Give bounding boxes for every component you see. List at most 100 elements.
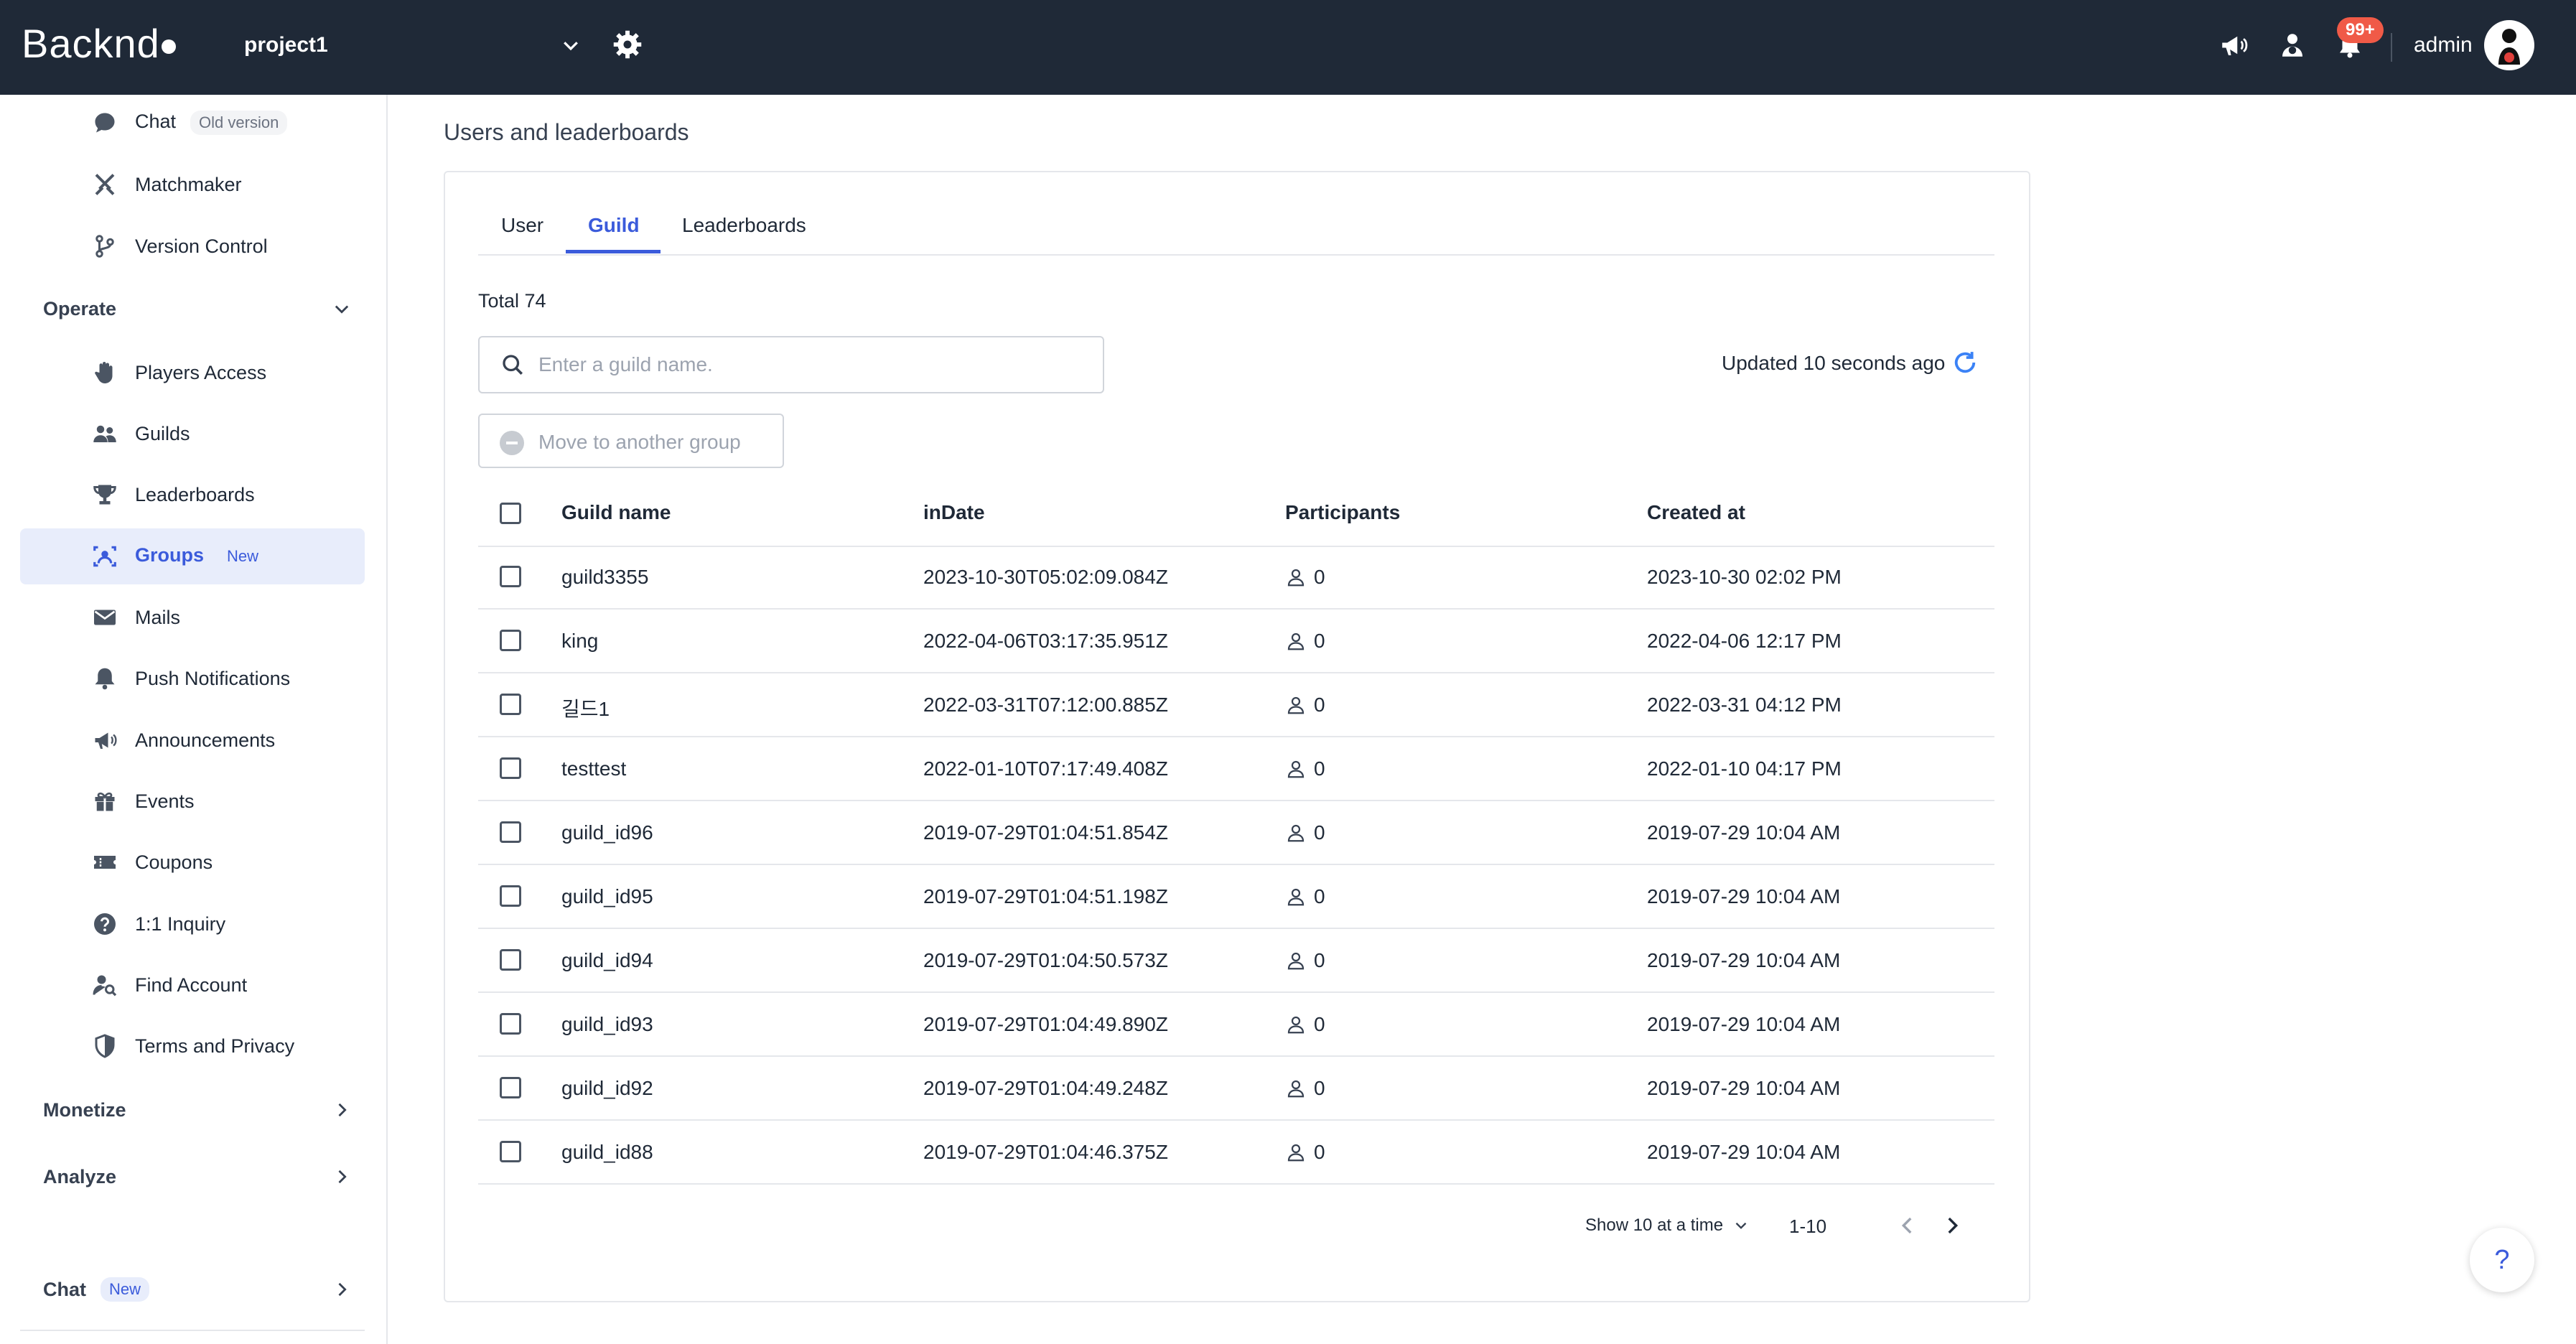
section-chat[interactable]: Chat New: [43, 1268, 352, 1311]
column-participants: Participants: [1285, 501, 1401, 523]
guild-name-cell[interactable]: testtest: [561, 757, 626, 780]
prev-page-icon[interactable]: [1895, 1213, 1920, 1238]
sidebar-item-find-account[interactable]: Find Account: [20, 957, 365, 1013]
participants-cell: 0: [1285, 566, 1325, 589]
search-icon: [503, 355, 523, 375]
user-icon: [1287, 1144, 1305, 1162]
sidebar-item-version-control[interactable]: Version Control: [20, 218, 365, 274]
sidebar-item-label: Leaderboards: [135, 483, 255, 505]
row-checkbox[interactable]: [500, 885, 521, 907]
row-checkbox[interactable]: [500, 757, 521, 779]
table-row[interactable]: guild3355 2023-10-30T05:02:09.084Z 0 2023-1…: [478, 546, 1994, 610]
sidebar-item-matchmaker[interactable]: Matchmaker: [20, 157, 365, 213]
participants-count: 0: [1314, 1141, 1325, 1163]
table-row[interactable]: guild_id96 2019-07-29T01:04:51.854Z 0 2019-…: [478, 801, 1994, 865]
chat-icon: [90, 108, 119, 137]
tab-leaderboards[interactable]: Leaderboards: [682, 214, 806, 237]
table-row[interactable]: guild_id94 2019-07-29T01:04:50.573Z 0 2019-…: [478, 929, 1994, 993]
new-pill: New: [101, 1277, 150, 1302]
chevron-down-icon[interactable]: [560, 34, 582, 56]
row-checkbox[interactable]: [500, 566, 521, 587]
user-icon: [1287, 1016, 1305, 1034]
page-size-select[interactable]: Show 10 at a time: [1585, 1215, 1750, 1236]
indate-cell: 2019-07-29T01:04:51.198Z: [923, 885, 1168, 907]
gear-icon[interactable]: [612, 29, 643, 60]
row-checkbox[interactable]: [500, 949, 521, 971]
sidebar-item-push-notifications[interactable]: Push Notifications: [20, 650, 365, 706]
row-checkbox[interactable]: [500, 630, 521, 651]
megaphone-icon: [90, 726, 119, 755]
sidebar-item-players-access[interactable]: Players Access: [20, 345, 365, 401]
sidebar-item-events[interactable]: Events: [20, 773, 365, 829]
table-row[interactable]: testtest 2022-01-10T07:17:49.408Z 0 2022-01…: [478, 737, 1994, 801]
row-checkbox[interactable]: [500, 1077, 521, 1098]
guild-name-cell[interactable]: 길드1: [561, 694, 610, 722]
sidebar-item-announcements[interactable]: Announcements: [20, 712, 365, 768]
table-row[interactable]: guild_id95 2019-07-29T01:04:51.198Z 0 2019-…: [478, 865, 1994, 929]
guild-name-cell[interactable]: guild_id94: [561, 949, 653, 972]
row-checkbox[interactable]: [500, 1013, 521, 1035]
sidebar-item-label: Matchmaker: [135, 173, 242, 195]
sidebar-item-guilds[interactable]: Guilds: [20, 406, 365, 462]
user-name[interactable]: admin: [2414, 33, 2473, 57]
guild-name-cell[interactable]: guild_id96: [561, 821, 653, 844]
indate-cell: 2023-10-30T05:02:09.084Z: [923, 566, 1168, 588]
sidebar-item-label: Find Account: [135, 974, 248, 996]
section-label: Monetize: [43, 1098, 126, 1121]
sidebar-item-terms-privacy[interactable]: Terms and Privacy: [20, 1018, 365, 1074]
tab-guild[interactable]: Guild: [588, 214, 640, 237]
table-row[interactable]: 길드1 2022-03-31T07:12:00.885Z 0 2022-03-31 0…: [478, 673, 1994, 737]
chevron-right-icon: [338, 1170, 347, 1184]
new-pill: New: [227, 547, 259, 565]
table-row[interactable]: guild_id88 2019-07-29T01:04:46.375Z 0 2019-…: [478, 1121, 1994, 1185]
sidebar-item-leaderboards[interactable]: Leaderboards: [20, 467, 365, 523]
table-row[interactable]: guild_id93 2019-07-29T01:04:49.890Z 0 2019-…: [478, 993, 1994, 1057]
sidebar-item-inquiry[interactable]: 1:1 Inquiry: [20, 896, 365, 952]
participants-cell: 0: [1285, 1141, 1325, 1164]
refresh-icon[interactable]: [1950, 347, 1980, 378]
guild-name-cell[interactable]: guild_id92: [561, 1077, 653, 1100]
tab-user[interactable]: User: [501, 214, 543, 237]
section-label: Chat: [43, 1278, 86, 1300]
row-checkbox[interactable]: [500, 694, 521, 715]
created-at-cell: 2019-07-29 10:04 AM: [1647, 1141, 1841, 1163]
sidebar-item-chat-old[interactable]: Chat Old version: [20, 95, 365, 151]
help-button[interactable]: ?: [2470, 1228, 2534, 1292]
tab-bar: User Guild Leaderboards: [478, 201, 1994, 256]
megaphone-icon[interactable]: [2218, 30, 2249, 60]
guild-name-cell[interactable]: king: [561, 630, 598, 653]
support-icon[interactable]: [2277, 30, 2307, 60]
user-icon: [1287, 760, 1305, 778]
gift-icon: [90, 787, 119, 816]
logo[interactable]: Backnd: [22, 20, 176, 67]
guild-name-cell[interactable]: guild3355: [561, 566, 648, 589]
section-operate[interactable]: Operate: [43, 287, 352, 330]
row-checkbox[interactable]: [500, 1141, 521, 1162]
chevron-down-icon: [335, 305, 349, 314]
hand-icon: [90, 358, 119, 387]
table-row[interactable]: king 2022-04-06T03:17:35.951Z 0 2022-04-06 …: [478, 610, 1994, 673]
next-page-icon[interactable]: [1940, 1213, 1964, 1238]
created-at-cell: 2022-01-10 04:17 PM: [1647, 757, 1842, 780]
created-at-cell: 2019-07-29 10:04 AM: [1647, 821, 1841, 844]
guild-name-cell[interactable]: guild_id88: [561, 1141, 653, 1164]
sidebar-item-groups[interactable]: Groups New: [20, 528, 365, 584]
guild-name-cell[interactable]: guild_id93: [561, 1013, 653, 1036]
sidebar-item-coupons[interactable]: Coupons: [20, 834, 365, 890]
guild-search-input[interactable]: [537, 346, 1086, 383]
section-monetize[interactable]: Monetize: [43, 1088, 352, 1131]
table-row[interactable]: guild_id92 2019-07-29T01:04:49.248Z 0 2019-…: [478, 1057, 1994, 1121]
move-to-group-button[interactable]: Move to another group: [478, 414, 784, 468]
row-checkbox[interactable]: [500, 821, 521, 843]
sidebar-item-label: Guilds: [135, 422, 190, 444]
project-selector[interactable]: project1: [244, 33, 328, 57]
participants-count: 0: [1314, 1077, 1325, 1099]
participants-count: 0: [1314, 821, 1325, 844]
section-analyze[interactable]: Analyze: [43, 1155, 352, 1198]
select-all-checkbox[interactable]: [500, 503, 521, 524]
sidebar-item-mails[interactable]: Mails: [20, 589, 365, 645]
avatar[interactable]: [2484, 20, 2534, 70]
sidebar-item-label: Players Access: [135, 361, 267, 383]
sidebar-item-label: Version Control: [135, 235, 268, 257]
guild-name-cell[interactable]: guild_id95: [561, 885, 653, 908]
